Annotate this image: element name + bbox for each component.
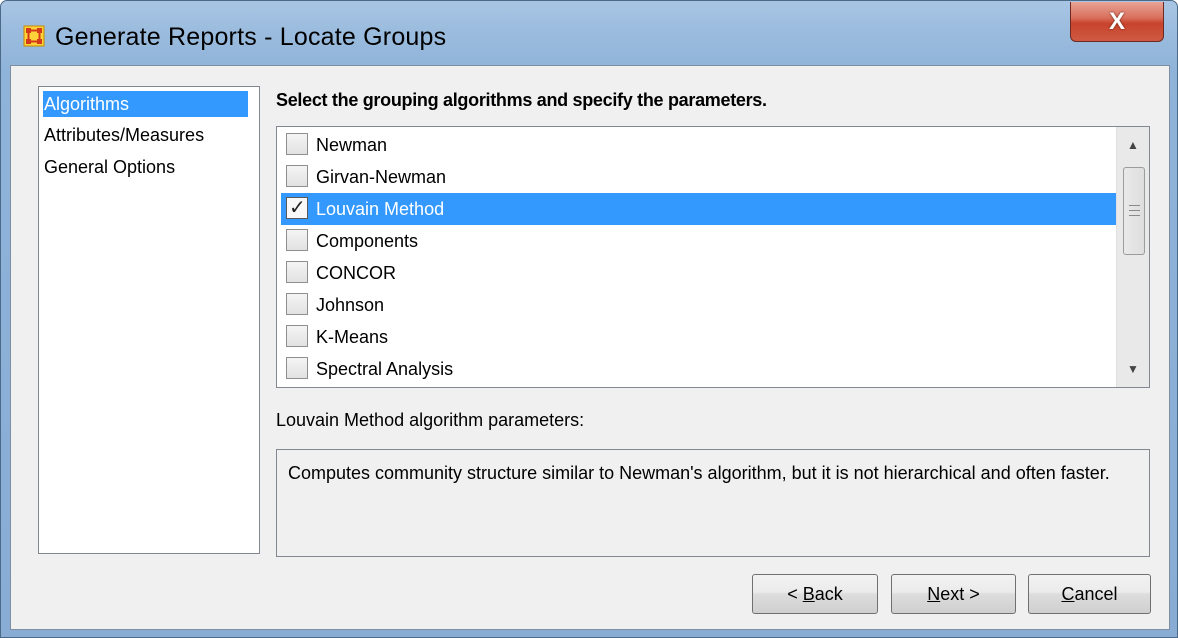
k-means-checkbox[interactable]	[286, 325, 308, 347]
window-title: Generate Reports - Locate Groups	[55, 23, 447, 51]
sidebar-item-attributes-measures[interactable]: Attributes/Measures	[43, 122, 204, 148]
network-grid-icon	[23, 25, 45, 47]
close-icon: X	[1108, 7, 1125, 35]
components-checkbox[interactable]	[286, 229, 308, 251]
algorithm-label: CONCOR	[316, 263, 396, 283]
sidebar-nav: Algorithms Attributes/Measures General O…	[38, 86, 260, 554]
johnson-checkbox[interactable]	[286, 293, 308, 315]
algorithm-label: Louvain Method	[316, 199, 445, 219]
back-mnemonic: B	[802, 583, 815, 604]
cancel-rest: ancel	[1074, 583, 1118, 604]
louvain-method-checkbox[interactable]: ✓	[286, 197, 308, 219]
list-item-spectral-analysis[interactable]: Spectral Analysis	[281, 353, 1117, 385]
list-item-k-means[interactable]: K-Means	[281, 321, 1117, 353]
algorithm-label: Johnson	[316, 295, 385, 315]
cancel-button[interactable]: Cancel	[1028, 574, 1151, 614]
scroll-down-arrow-icon[interactable]: ▼	[1117, 353, 1149, 385]
concor-checkbox[interactable]	[286, 261, 308, 283]
list-item-concor[interactable]: CONCOR	[281, 257, 1117, 289]
checkmark-icon: ✓	[289, 197, 306, 219]
girvan-newman-checkbox[interactable]	[286, 165, 308, 187]
algorithm-list: Newman Girvan-Newman ✓ Louvain Method Co…	[276, 126, 1150, 388]
sidebar-item-algorithms[interactable]: Algorithms	[43, 91, 248, 117]
scroll-thumb[interactable]	[1123, 167, 1145, 255]
algorithm-label: K-Means	[316, 327, 389, 347]
dialog-content: Algorithms Attributes/Measures General O…	[10, 65, 1170, 630]
next-suffix: >	[964, 583, 980, 604]
next-button[interactable]: Next >	[891, 574, 1016, 614]
parameters-label: Louvain Method algorithm parameters:	[276, 410, 585, 430]
sidebar-item-general-options[interactable]: General Options	[43, 154, 175, 180]
grip-line	[1129, 215, 1140, 216]
section-heading: Select the grouping algorithms and speci…	[276, 90, 767, 110]
back-prefix: <	[787, 583, 803, 604]
next-mnemonic: N	[927, 583, 941, 604]
scroll-up-arrow-icon[interactable]: ▲	[1117, 129, 1149, 161]
algorithm-label: Girvan-Newman	[316, 167, 447, 187]
back-rest: ack	[814, 583, 843, 604]
spectral-analysis-checkbox[interactable]	[286, 357, 308, 379]
list-item-components[interactable]: Components	[281, 225, 1117, 257]
title-bar[interactable]: Generate Reports - Locate Groups X	[1, 1, 1177, 65]
algorithm-label: Spectral Analysis	[316, 359, 454, 379]
close-button[interactable]: X	[1070, 2, 1164, 42]
grip-line	[1129, 210, 1140, 211]
description-panel: Computes community structure similar to …	[276, 449, 1150, 557]
list-item-louvain-method[interactable]: ✓ Louvain Method	[281, 193, 1117, 225]
vertical-scrollbar[interactable]: ▲ ▼	[1116, 127, 1149, 387]
dialog-window: Generate Reports - Locate Groups X Algor…	[0, 0, 1178, 638]
back-button[interactable]: < Back	[752, 574, 878, 614]
algorithm-label: Newman	[316, 135, 388, 155]
cancel-mnemonic: C	[1061, 583, 1075, 604]
grip-line	[1129, 205, 1140, 206]
list-item-newman[interactable]: Newman	[281, 129, 1117, 161]
list-item-girvan-newman[interactable]: Girvan-Newman	[281, 161, 1117, 193]
list-item-johnson[interactable]: Johnson	[281, 289, 1117, 321]
next-rest: ext	[940, 583, 965, 604]
newman-checkbox[interactable]	[286, 133, 308, 155]
algorithm-label: Components	[316, 231, 419, 251]
algorithm-description: Computes community structure similar to …	[288, 463, 1110, 483]
